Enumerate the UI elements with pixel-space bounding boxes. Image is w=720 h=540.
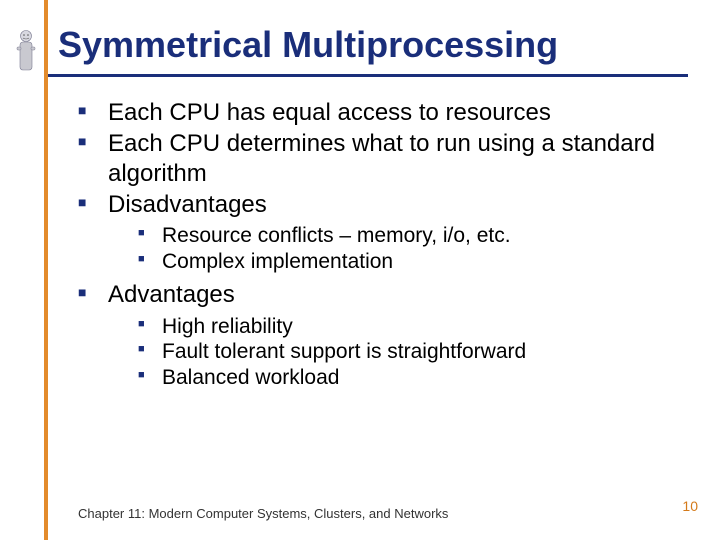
page-number: 10 bbox=[682, 498, 698, 514]
decorative-figure-icon bbox=[14, 30, 38, 74]
sub-bullet-item: Fault tolerant support is straightforwar… bbox=[138, 339, 688, 365]
sub-bullet-item: Complex implementation bbox=[138, 249, 688, 275]
bullet-label: Advantages bbox=[108, 281, 235, 308]
bullet-item: Each CPU has equal access to resources bbox=[78, 98, 688, 127]
bullet-label: Disadvantages bbox=[108, 191, 267, 218]
footer-chapter: Chapter 11: Modern Computer Systems, Clu… bbox=[78, 506, 448, 522]
title-underline bbox=[48, 74, 688, 77]
sub-bullet-item: Balanced workload bbox=[138, 365, 688, 391]
bullet-item: Disadvantages Resource conflicts – memor… bbox=[78, 190, 688, 274]
slide-title: Symmetrical Multiprocessing bbox=[58, 24, 558, 66]
sub-bullet-item: Resource conflicts – memory, i/o, etc. bbox=[138, 223, 688, 249]
slide-content: Each CPU has equal access to resources E… bbox=[78, 98, 688, 396]
sub-bullet-item: High reliability bbox=[138, 314, 688, 340]
bullet-item: Advantages High reliability Fault tolera… bbox=[78, 280, 688, 390]
vertical-accent-line bbox=[44, 0, 48, 540]
bullet-item: Each CPU determines what to run using a … bbox=[78, 129, 688, 188]
